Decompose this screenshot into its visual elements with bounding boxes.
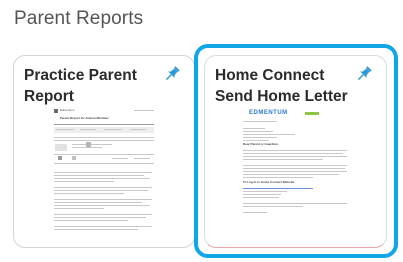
pin-icon[interactable] (162, 64, 182, 84)
thumbnail-brand: Edmentum (60, 108, 75, 112)
report-card-practice-parent-report[interactable]: Practice Parent Report Edmentum Parent R… (13, 55, 195, 248)
focus-outline (194, 44, 398, 258)
page-title: Parent Reports (14, 8, 144, 29)
card-title: Practice Parent Report (24, 67, 137, 105)
thumbnail-title: Parent Report for Andrea Martinez (60, 116, 109, 120)
report-thumbnail: Edmentum Parent Report for Andrea Martin… (52, 106, 158, 241)
